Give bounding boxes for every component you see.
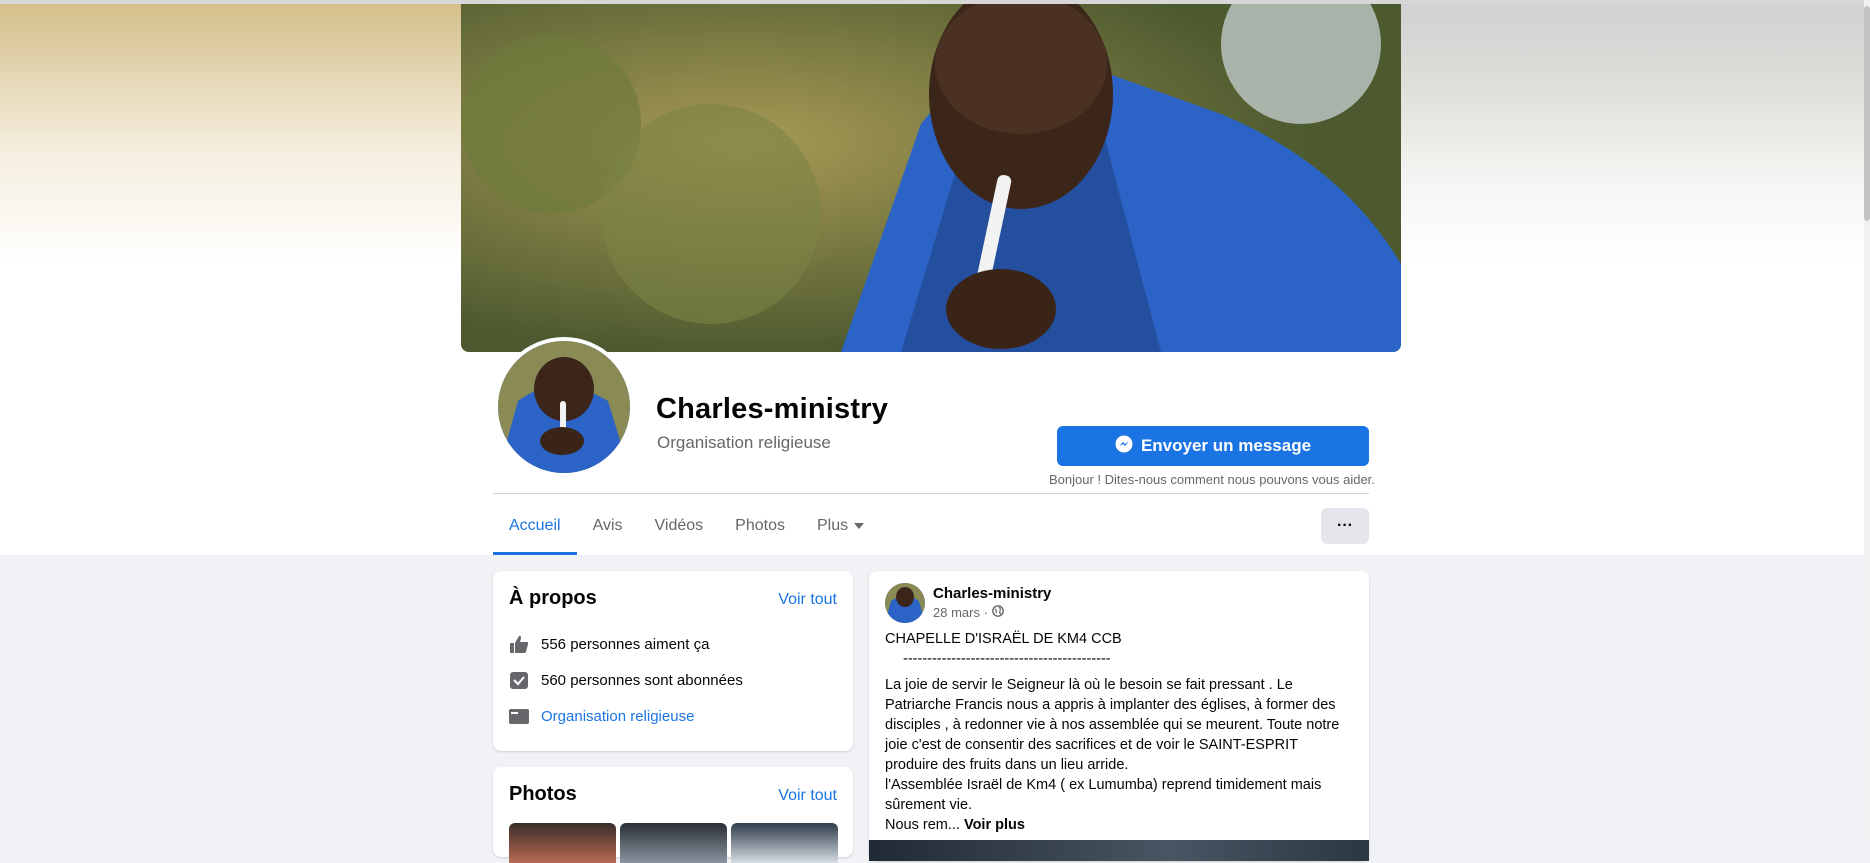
header-divider xyxy=(493,493,1369,494)
tab-videos[interactable]: Vidéos xyxy=(639,500,720,555)
about-see-all-link[interactable]: Voir tout xyxy=(778,591,837,609)
post-image[interactable] xyxy=(869,840,1369,861)
about-card: À propos Voir tout 556 personnes aiment … xyxy=(493,571,853,751)
globe-icon xyxy=(992,605,1004,620)
see-more-link[interactable]: Voir plus xyxy=(964,817,1025,833)
likes-row: 556 personnes aiment ça xyxy=(509,634,709,654)
caret-down-icon xyxy=(854,522,865,529)
category-row: Organisation religieuse xyxy=(509,706,694,726)
follow-check-icon xyxy=(509,670,529,690)
send-message-label: Envoyer un message xyxy=(1140,436,1312,455)
post-author-avatar[interactable] xyxy=(885,583,925,623)
thumbs-up-icon xyxy=(509,634,529,654)
tab-accueil[interactable]: Accueil xyxy=(493,500,577,555)
post-date[interactable]: 28 mars · xyxy=(933,605,988,620)
tab-plus[interactable]: Plus xyxy=(801,500,880,555)
post-truncated-text: Nous rem... xyxy=(885,817,960,833)
profile-picture[interactable] xyxy=(494,337,634,477)
post-separator: ----------------------------------------… xyxy=(903,651,1111,667)
page-category: Organisation religieuse xyxy=(657,433,831,452)
page-header: Charles-ministry Organisation religieuse… xyxy=(0,0,1866,555)
cover-photo-illustration xyxy=(461,4,1401,352)
photos-card: Photos Voir tout xyxy=(493,767,853,863)
likes-count: 556 personnes aiment ça xyxy=(541,635,710,653)
tab-photos[interactable]: Photos xyxy=(719,500,801,555)
cover-background-blur-right xyxy=(1400,4,1866,266)
post-text: CHAPELLE D'ISRAËL DE KM4 CCB -----------… xyxy=(885,629,1353,835)
post-meta: 28 mars · xyxy=(933,605,1004,620)
post-truncated-line: Nous rem... Voir plus xyxy=(885,815,1353,835)
photos-see-all-link[interactable]: Voir tout xyxy=(778,787,837,805)
send-message-button[interactable]: Envoyer un message xyxy=(1057,426,1369,466)
profile-picture-image xyxy=(498,341,630,473)
followers-row: 560 personnes sont abonnées xyxy=(509,670,743,690)
tab-plus-label: Plus xyxy=(816,517,849,534)
post-author[interactable]: Charles-ministry xyxy=(933,585,1051,602)
message-hint: Bonjour ! Dites-nous comment nous pouvon… xyxy=(1049,472,1375,487)
photo-thumbnail[interactable] xyxy=(509,823,616,863)
category-link[interactable]: Organisation religieuse xyxy=(541,708,694,725)
tab-avis[interactable]: Avis xyxy=(577,500,639,555)
page-tabs: Accueil Avis Vidéos Photos Plus xyxy=(493,500,880,555)
photo-thumbnails xyxy=(509,823,838,863)
followers-count: 560 personnes sont abonnées xyxy=(541,671,743,689)
page-title: Charles-ministry xyxy=(656,393,889,425)
post-paragraph-2: l'Assemblée Israël de Km4 ( ex Lumumba) … xyxy=(885,777,1322,813)
post-card: Charles-ministry 28 mars · CHAPELLE D'IS… xyxy=(869,571,1369,861)
more-options-button[interactable]: ··· xyxy=(1321,508,1369,544)
photo-thumbnail[interactable] xyxy=(620,823,727,863)
cover-photo[interactable] xyxy=(461,4,1401,352)
photo-thumbnail[interactable] xyxy=(731,823,838,863)
category-icon xyxy=(509,706,529,726)
about-title: À propos xyxy=(509,587,597,609)
scrollbar-thumb[interactable] xyxy=(1864,6,1870,221)
photos-title: Photos xyxy=(509,783,577,805)
post-paragraph: La joie de servir le Seigneur là où le b… xyxy=(885,677,1340,773)
messenger-icon xyxy=(1115,435,1133,458)
post-headline: CHAPELLE D'ISRAËL DE KM4 CCB xyxy=(885,631,1122,647)
